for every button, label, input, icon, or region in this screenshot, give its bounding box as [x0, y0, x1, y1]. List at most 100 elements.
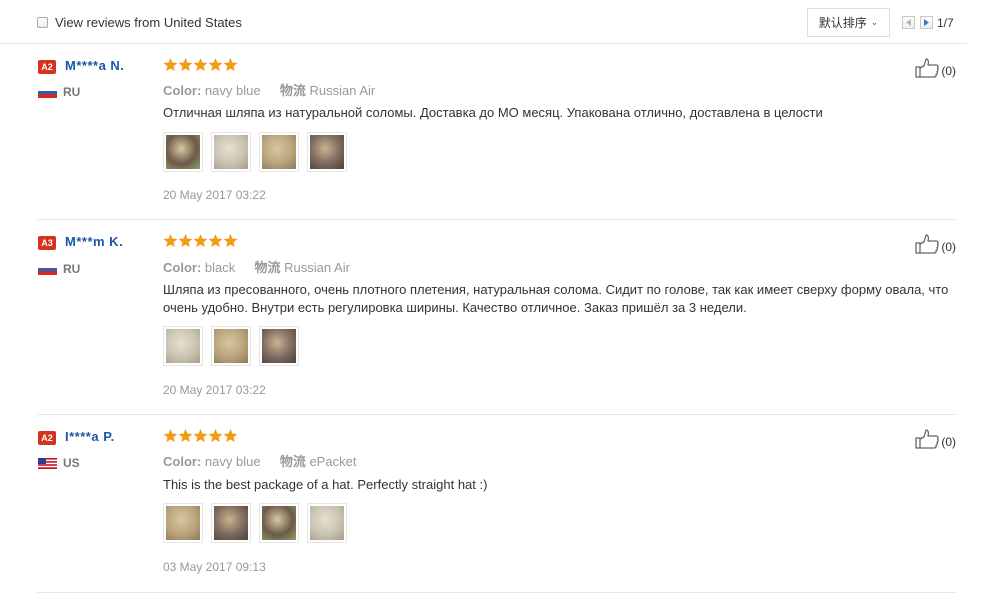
- helpful-count: (0): [941, 64, 956, 78]
- photo-image: [166, 135, 200, 169]
- review-date: 20 May 2017 03:22: [163, 188, 266, 202]
- star-icon: [208, 58, 223, 72]
- review-photo-thumbnail[interactable]: [307, 132, 347, 172]
- us-flag-icon: [38, 458, 57, 469]
- rating-stars: [163, 429, 238, 443]
- helpful-count: (0): [941, 435, 956, 449]
- star-icon: [223, 58, 238, 72]
- review-attributes: Color: black 物流 Russian Air: [163, 257, 350, 276]
- sort-dropdown-label: 默认排序: [818, 16, 867, 30]
- review-item: A3 M***m K. RU Color: black 物流 Russian A…: [37, 220, 956, 415]
- star-icon: [163, 58, 178, 72]
- rating-stars: [163, 234, 238, 248]
- color-value: navy blue: [204, 454, 261, 469]
- helpful-button[interactable]: (0): [915, 429, 956, 449]
- review-item: A2 I****a P. US Color: navy blue 物流 ePac…: [37, 415, 956, 593]
- star-icon: [163, 234, 178, 248]
- us-reviews-checkbox[interactable]: [37, 17, 48, 28]
- reviewer-name[interactable]: M****a N.: [65, 58, 124, 73]
- review-item: A2 M****a N. RU Color: navy blue 物流 Russ…: [37, 44, 956, 220]
- review-text: Шляпа из пресованного, очень плотного пл…: [163, 282, 949, 315]
- thumbs-up-icon: [915, 234, 940, 254]
- prev-page-button[interactable]: [902, 16, 915, 29]
- star-icon: [208, 429, 223, 443]
- star-icon: [223, 234, 238, 248]
- star-icon: [178, 58, 193, 72]
- review-photo-thumbnail[interactable]: [211, 503, 251, 543]
- review-photos: [163, 326, 299, 366]
- thumbs-up-icon: [915, 429, 940, 449]
- photo-image: [214, 506, 248, 540]
- buyer-level-badge: A3: [38, 236, 56, 250]
- review-photo-thumbnail[interactable]: [259, 503, 299, 543]
- shipping-value: Russian Air: [284, 260, 350, 275]
- reviewer-country: RU: [63, 85, 81, 99]
- review-photos: [163, 132, 347, 172]
- shipping-value: ePacket: [309, 454, 357, 469]
- review-photo-thumbnail[interactable]: [211, 132, 251, 172]
- star-icon: [193, 234, 208, 248]
- review-photo-thumbnail[interactable]: [163, 326, 203, 366]
- review-photo-thumbnail[interactable]: [211, 326, 251, 366]
- review-photo-thumbnail[interactable]: [259, 326, 299, 366]
- photo-image: [166, 506, 200, 540]
- review-photo-thumbnail[interactable]: [163, 503, 203, 543]
- review-date: 20 May 2017 03:22: [163, 383, 266, 397]
- star-icon: [193, 429, 208, 443]
- arrow-right-icon: [924, 19, 929, 26]
- photo-image: [310, 135, 344, 169]
- photo-image: [262, 506, 296, 540]
- star-icon: [163, 429, 178, 443]
- shipping-value: Russian Air: [309, 83, 376, 98]
- photo-image: [214, 329, 248, 363]
- sort-dropdown[interactable]: 默认排序 ⌄: [807, 8, 890, 37]
- reviews-toolbar: View reviews from United States 默认排序 ⌄ 1…: [0, 0, 967, 44]
- buyer-level-badge: A2: [38, 431, 56, 445]
- photo-image: [166, 329, 200, 363]
- color-label: Color:: [163, 454, 202, 469]
- review-photo-thumbnail[interactable]: [163, 132, 203, 172]
- us-reviews-filter[interactable]: View reviews from United States: [37, 15, 242, 30]
- photo-image: [262, 329, 296, 363]
- review-photo-thumbnail[interactable]: [307, 503, 347, 543]
- russia-flag-icon: [38, 264, 57, 275]
- color-value: navy blue: [204, 83, 261, 98]
- shipping-label: 物流: [279, 455, 306, 470]
- rating-stars: [163, 58, 238, 72]
- star-icon: [178, 234, 193, 248]
- photo-image: [310, 506, 344, 540]
- helpful-button[interactable]: (0): [915, 234, 956, 254]
- thumbs-up-icon: [915, 58, 940, 78]
- review-text: This is the best package of a hat. Perfe…: [163, 477, 488, 492]
- reviewer-country: US: [63, 456, 80, 470]
- reviewer-name[interactable]: M***m K.: [65, 234, 123, 249]
- color-value: black: [204, 260, 236, 275]
- review-date: 03 May 2017 09:13: [163, 560, 266, 574]
- review-attributes: Color: navy blue 物流 ePacket: [163, 451, 356, 470]
- next-page-button[interactable]: [920, 16, 933, 29]
- chevron-down-icon: ⌄: [870, 17, 879, 28]
- page-indicator: 1/7: [937, 16, 954, 30]
- review-photo-thumbnail[interactable]: [259, 132, 299, 172]
- star-icon: [208, 234, 223, 248]
- us-reviews-filter-label[interactable]: View reviews from United States: [55, 15, 242, 30]
- helpful-count: (0): [941, 240, 956, 254]
- review-attributes: Color: navy blue 物流 Russian Air: [163, 80, 375, 99]
- review-text: Отличная шляпа из натуральной соломы. До…: [163, 105, 823, 120]
- helpful-button[interactable]: (0): [915, 58, 956, 78]
- russia-flag-icon: [38, 87, 57, 98]
- photo-image: [214, 135, 248, 169]
- color-label: Color:: [163, 260, 202, 275]
- buyer-level-badge: A2: [38, 60, 56, 74]
- shipping-label: 物流: [279, 84, 306, 99]
- review-photos: [163, 503, 347, 543]
- arrow-left-icon: [906, 19, 911, 26]
- star-icon: [178, 429, 193, 443]
- reviewer-name[interactable]: I****a P.: [65, 429, 115, 444]
- star-icon: [223, 429, 238, 443]
- color-label: Color:: [163, 83, 202, 98]
- star-icon: [193, 58, 208, 72]
- reviewer-country: RU: [63, 262, 81, 276]
- shipping-label: 物流: [254, 261, 281, 276]
- photo-image: [262, 135, 296, 169]
